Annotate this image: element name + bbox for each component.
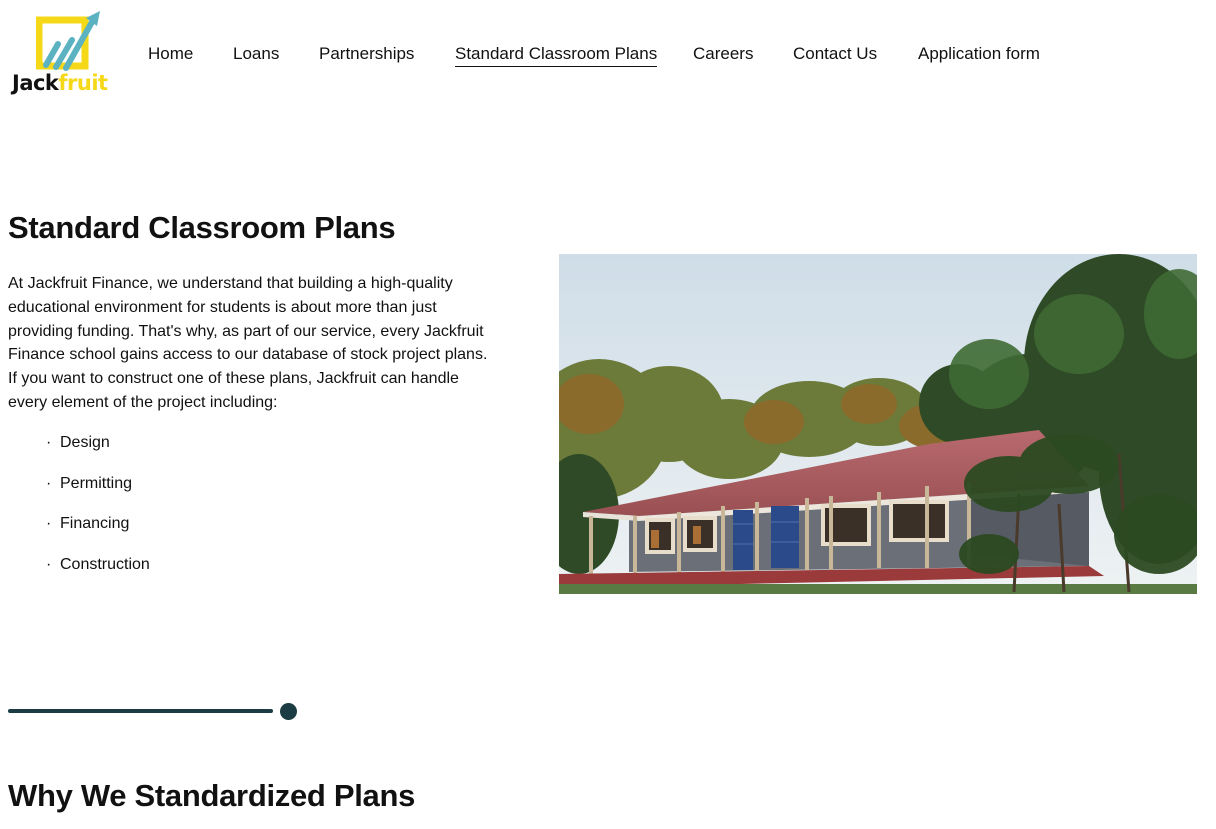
- bullet: ·: [46, 515, 52, 533]
- bullet: ·: [46, 474, 52, 492]
- nav-application-form[interactable]: Application form: [918, 44, 1040, 64]
- brand-name-part1: Jack: [12, 71, 59, 95]
- list-item: · Design: [46, 432, 150, 473]
- service-financing: Financing: [60, 515, 130, 533]
- list-item: · Construction: [46, 554, 150, 595]
- slider-track: [8, 709, 273, 713]
- nav-careers[interactable]: Careers: [693, 44, 753, 64]
- section-title-why-standardized: Why We Standardized Plans: [8, 778, 416, 813]
- slider-knob[interactable]: [280, 703, 297, 720]
- brand-name: Jackfruit: [12, 70, 108, 96]
- nav-standard-classroom-plans[interactable]: Standard Classroom Plans: [455, 44, 658, 67]
- page-title: Standard Classroom Plans: [8, 210, 396, 245]
- chart-arrow-icon: [36, 11, 100, 71]
- service-design: Design: [60, 434, 110, 451]
- jackfruit-logo[interactable]: Jackfruit: [10, 10, 120, 98]
- services-list: · Design · Permitting · Financing · Construc…: [46, 432, 150, 595]
- nav-home[interactable]: Home: [148, 44, 193, 64]
- bullet: ·: [46, 434, 52, 451]
- intro-paragraph: At Jackfruit Finance, we understand that…: [8, 275, 488, 411]
- brand-name-part2: fruit: [58, 71, 108, 95]
- service-permitting: Permitting: [60, 474, 133, 492]
- service-construction: Construction: [60, 556, 150, 574]
- section-slider[interactable]: [8, 702, 298, 722]
- nav-partnerships[interactable]: Partnerships: [319, 44, 414, 64]
- classroom-building-illustration: [559, 254, 1197, 594]
- classroom-building-image: [559, 254, 1197, 594]
- bullet: ·: [46, 556, 52, 574]
- nav-loans[interactable]: Loans: [233, 44, 279, 64]
- nav-contact-us[interactable]: Contact Us: [793, 44, 877, 64]
- list-item: · Financing: [46, 513, 150, 554]
- list-item: · Permitting: [46, 473, 150, 514]
